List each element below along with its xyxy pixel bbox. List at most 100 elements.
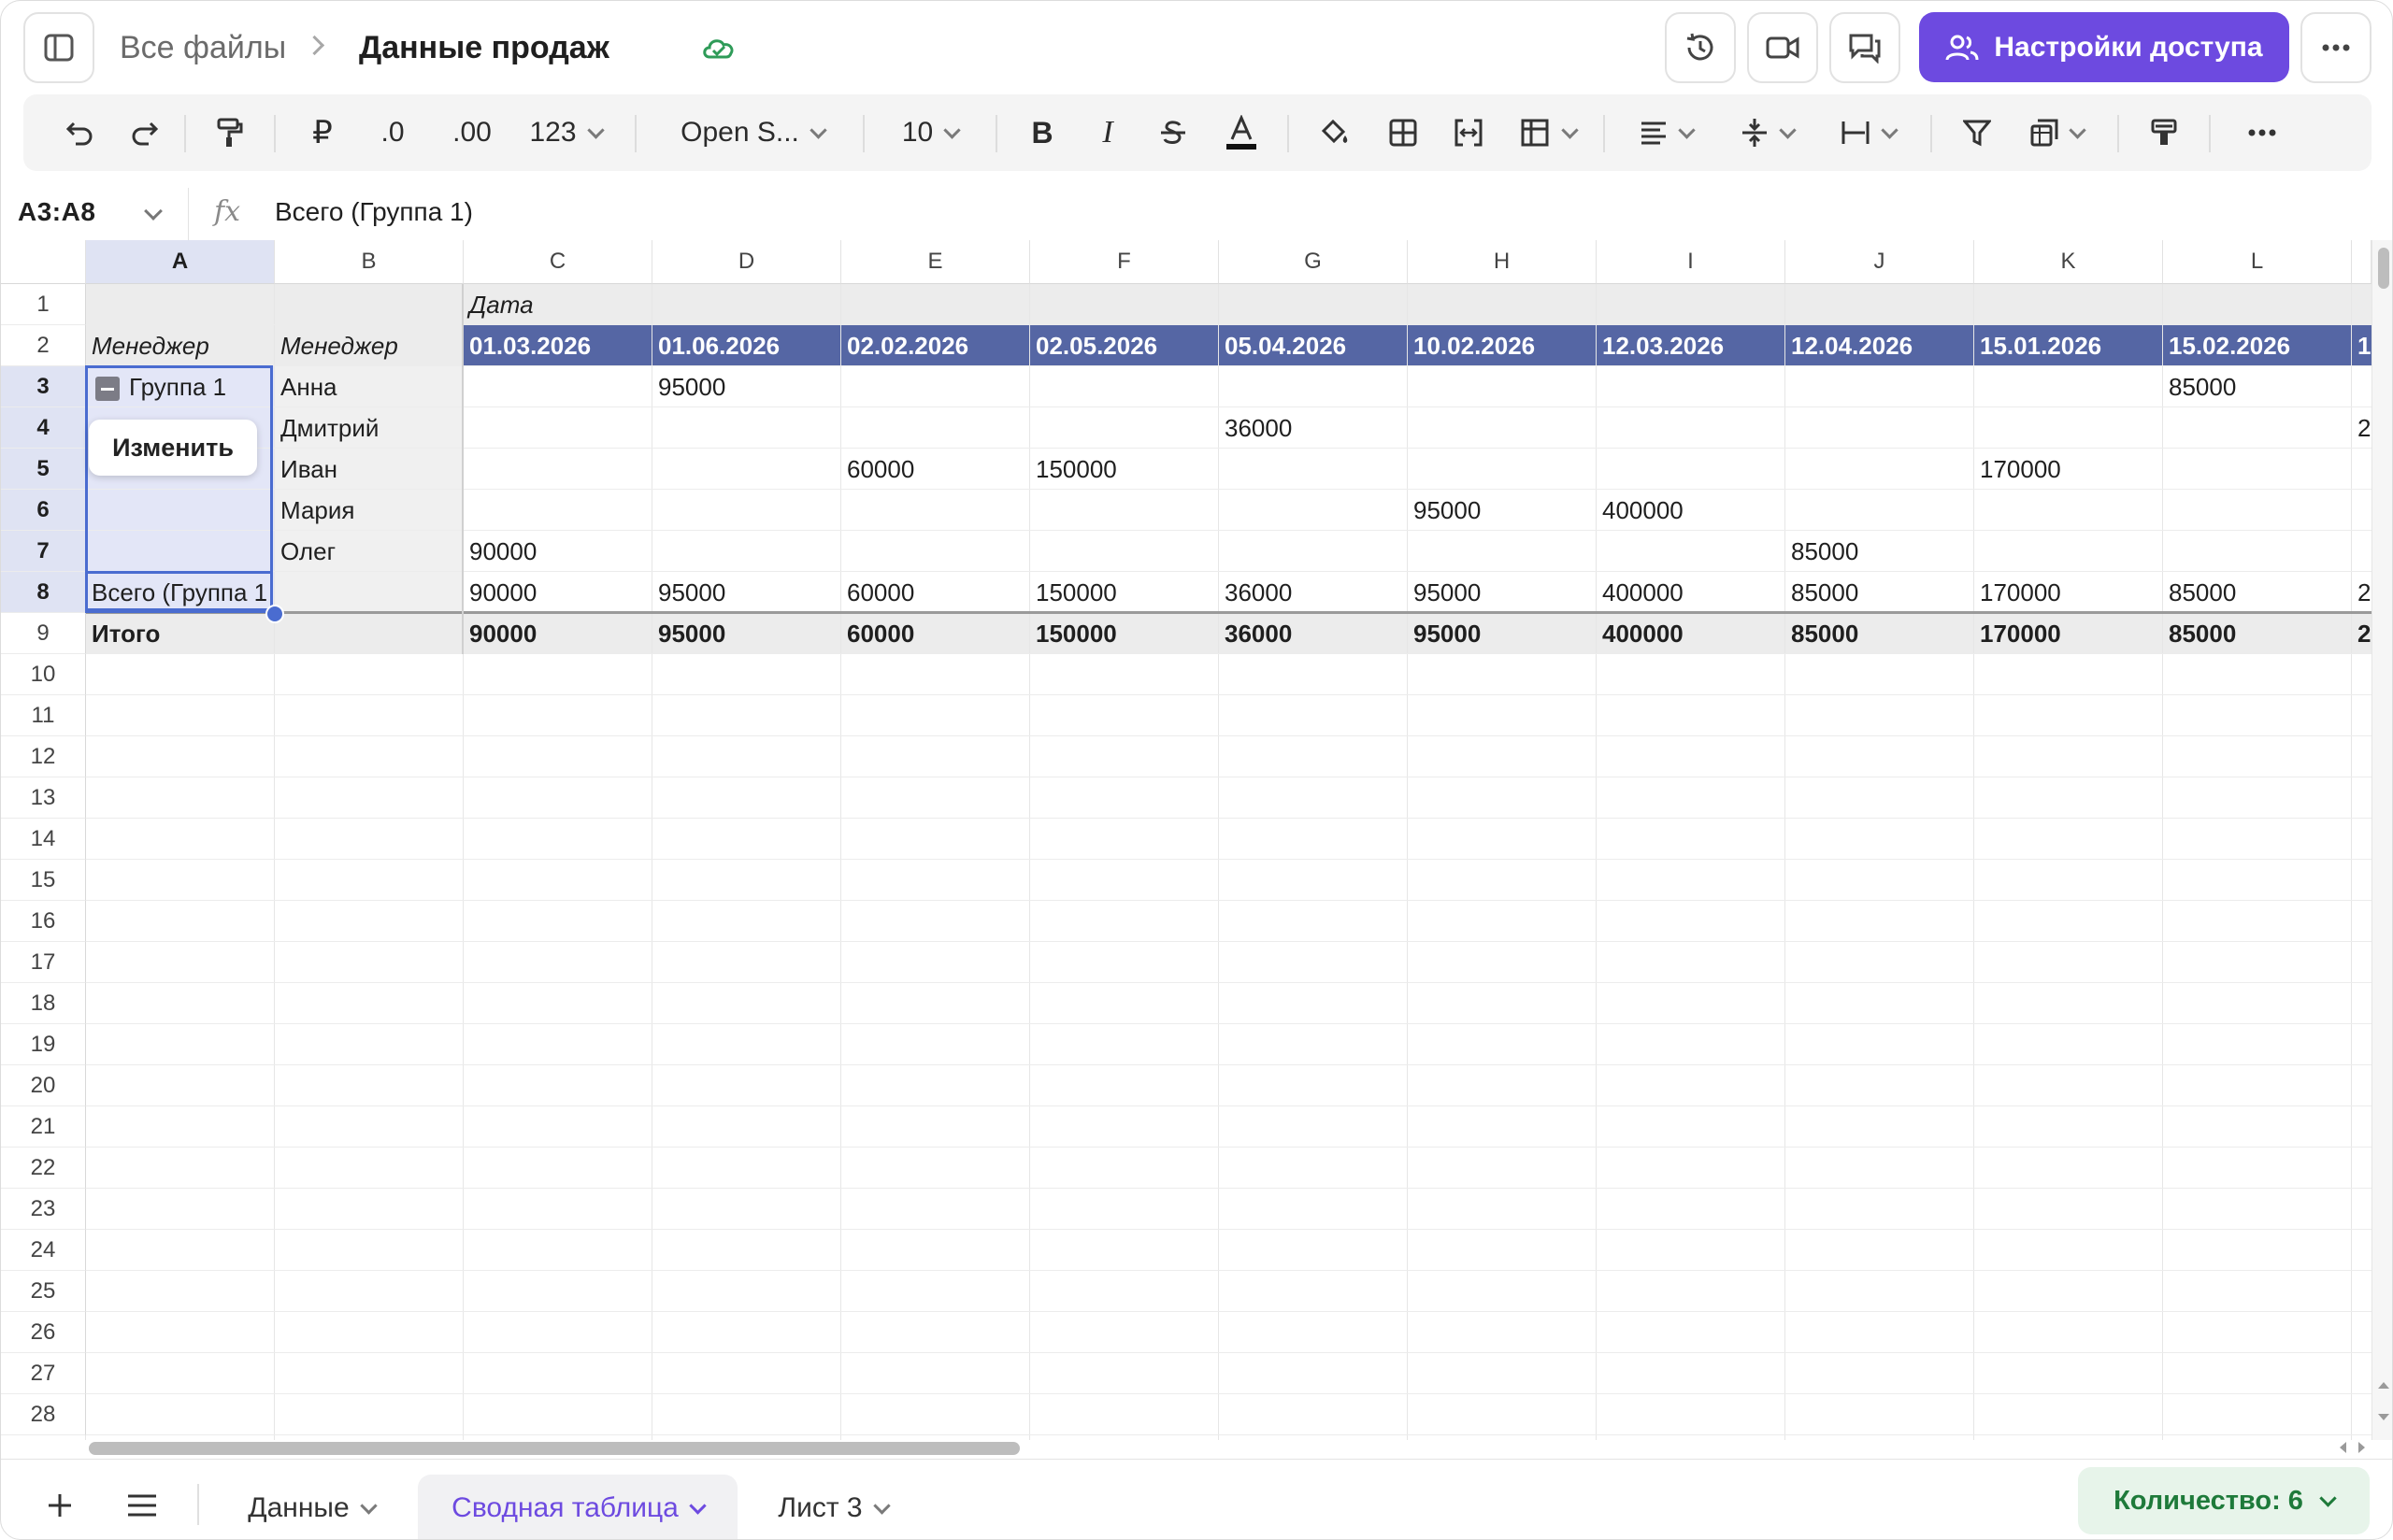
toolbar-more-button[interactable] — [2229, 94, 2295, 171]
row-header-20[interactable]: 20 — [1, 1065, 86, 1106]
grand-total-value-cell[interactable]: 400000 — [1597, 613, 1785, 654]
edit-pivot-button[interactable]: Изменить — [89, 420, 257, 476]
formula-input[interactable]: Всего (Группа 1) — [275, 197, 473, 227]
italic-button[interactable]: I — [1080, 94, 1136, 171]
pivot-value-cell[interactable]: 170000 — [1974, 449, 2163, 490]
row-header-27[interactable]: 27 — [1, 1353, 86, 1394]
comments-button[interactable] — [1829, 12, 1900, 83]
vertical-scroll-thumb[interactable] — [2378, 248, 2389, 289]
horizontal-scrollbar[interactable] — [87, 1436, 2372, 1459]
text-color-button[interactable] — [1211, 94, 1272, 171]
format-painter-button[interactable] — [201, 94, 259, 171]
pivot-value-cell[interactable]: 95000 — [1408, 490, 1597, 531]
subtotal-value-cell[interactable]: 95000 — [652, 572, 841, 613]
fill-handle[interactable] — [265, 605, 284, 623]
breadcrumb-root[interactable]: Все файлы — [120, 29, 286, 66]
vertical-align-dropdown[interactable] — [1725, 94, 1809, 171]
subtotal-value-cell[interactable]: 85000 — [1785, 572, 1974, 613]
clear-format-button[interactable] — [2136, 94, 2192, 171]
column-header-b[interactable]: B — [275, 240, 464, 284]
subtotal-value-cell[interactable]: 400000 — [1597, 572, 1785, 613]
row-header-15[interactable]: 15 — [1, 860, 86, 901]
grand-total-label-cell[interactable]: Итого — [86, 613, 275, 654]
row-header-22[interactable]: 22 — [1, 1148, 86, 1189]
row-header-7[interactable]: 7 — [1, 531, 86, 572]
pivot-value-cell[interactable]: 85000 — [2163, 366, 2352, 407]
pivot-value-cell[interactable]: 400000 — [1597, 490, 1785, 531]
column-header-partial[interactable] — [2352, 240, 2372, 284]
subtotal-value-cell[interactable]: 95000 — [1408, 572, 1597, 613]
column-header-k[interactable]: K — [1974, 240, 2163, 284]
row-header-28[interactable]: 28 — [1, 1394, 86, 1435]
merge-cells-button[interactable] — [1440, 94, 1497, 171]
sheet-tab-sheet3[interactable]: Лист 3 — [749, 1475, 917, 1539]
column-header-l[interactable]: L — [2163, 240, 2352, 284]
grand-total-value-cell[interactable]: 95000 — [1408, 613, 1597, 654]
row-header-16[interactable]: 16 — [1, 901, 86, 942]
grand-total-value-cell[interactable]: 170000 — [1974, 613, 2163, 654]
horizontal-align-dropdown[interactable] — [1624, 94, 1708, 171]
add-sheet-button[interactable] — [38, 1484, 81, 1527]
row-header-18[interactable]: 18 — [1, 983, 86, 1024]
grand-total-value-cell[interactable]: 95000 — [652, 613, 841, 654]
pivot-value-cell[interactable]: 2 — [2352, 407, 2372, 449]
grand-total-value-cell[interactable]: 2 — [2352, 613, 2372, 654]
sidebar-toggle-button[interactable] — [23, 12, 94, 83]
column-header-j[interactable]: J — [1785, 240, 1974, 284]
row-header-23[interactable]: 23 — [1, 1189, 86, 1230]
row-header-14[interactable]: 14 — [1, 819, 86, 860]
column-header-a[interactable]: A — [86, 240, 275, 284]
borders-button[interactable] — [1375, 94, 1431, 171]
row-header-17[interactable]: 17 — [1, 942, 86, 983]
grand-total-value-cell[interactable]: 85000 — [2163, 613, 2352, 654]
increase-decimal-button[interactable]: .00 — [435, 94, 509, 171]
row-header-3[interactable]: 3 — [1, 366, 86, 407]
cell-reference-box[interactable]: A3:A8 — [18, 197, 95, 227]
pivot-value-cell[interactable]: 36000 — [1219, 407, 1408, 449]
video-call-button[interactable] — [1747, 12, 1818, 83]
font-size-dropdown[interactable]: 10 — [883, 94, 977, 171]
text-wrap-dropdown[interactable] — [1826, 94, 1910, 171]
horizontal-scroll-thumb[interactable] — [89, 1442, 1020, 1455]
strikethrough-button[interactable] — [1145, 94, 1201, 171]
column-header-i[interactable]: I — [1597, 240, 1785, 284]
subtotal-value-cell[interactable]: 36000 — [1219, 572, 1408, 613]
column-header-d[interactable]: D — [652, 240, 841, 284]
pivot-value-cell[interactable]: 85000 — [1785, 531, 1974, 572]
share-settings-button[interactable]: Настройки доступа — [1919, 12, 2289, 82]
spreadsheet-grid[interactable]: A B C D E F G H I J K L 1 2 3 4 5 6 7 8 9 10 11 12 13 14 15 16 17 18 1… — [1, 240, 2372, 1440]
grand-total-value-cell[interactable]: 150000 — [1030, 613, 1219, 654]
selection-count-status[interactable]: Количество: 6 — [2078, 1467, 2370, 1534]
history-button[interactable] — [1665, 12, 1736, 83]
subtotal-value-cell[interactable]: 2 — [2352, 572, 2372, 613]
bold-button[interactable]: B — [1014, 94, 1070, 171]
sheet-list-button[interactable] — [121, 1484, 164, 1527]
column-header-f[interactable]: F — [1030, 240, 1219, 284]
subtotal-value-cell[interactable]: 90000 — [464, 572, 652, 613]
column-header-h[interactable]: H — [1408, 240, 1597, 284]
subtotal-value-cell[interactable]: 60000 — [841, 572, 1030, 613]
more-menu-button[interactable] — [2300, 12, 2372, 83]
undo-button[interactable] — [51, 94, 107, 171]
number-format-dropdown[interactable]: 123 — [519, 94, 612, 171]
redo-button[interactable] — [117, 94, 173, 171]
filter-button[interactable] — [1949, 94, 2005, 171]
table-style-dropdown[interactable] — [1506, 94, 1590, 171]
row-header-11[interactable]: 11 — [1, 695, 86, 736]
row-header-26[interactable]: 26 — [1, 1312, 86, 1353]
decrease-decimal-button[interactable]: .0 — [360, 94, 425, 171]
subtotal-value-cell[interactable]: 85000 — [2163, 572, 2352, 613]
subtotal-value-cell[interactable]: 170000 — [1974, 572, 2163, 613]
row-header-2[interactable]: 2 — [1, 325, 86, 366]
grand-total-value-cell[interactable]: 90000 — [464, 613, 652, 654]
row-header-10[interactable]: 10 — [1, 654, 86, 695]
row-header-12[interactable]: 12 — [1, 736, 86, 777]
row-header-21[interactable]: 21 — [1, 1106, 86, 1148]
column-header-e[interactable]: E — [841, 240, 1030, 284]
pivot-value-cell[interactable]: 90000 — [464, 531, 652, 572]
currency-format-button[interactable]: ₽ — [294, 94, 351, 171]
grand-total-value-cell[interactable]: 85000 — [1785, 613, 1974, 654]
row-header-6[interactable]: 6 — [1, 490, 86, 531]
row-header-8[interactable]: 8 — [1, 572, 86, 613]
vertical-scrollbar[interactable] — [2372, 240, 2392, 1440]
